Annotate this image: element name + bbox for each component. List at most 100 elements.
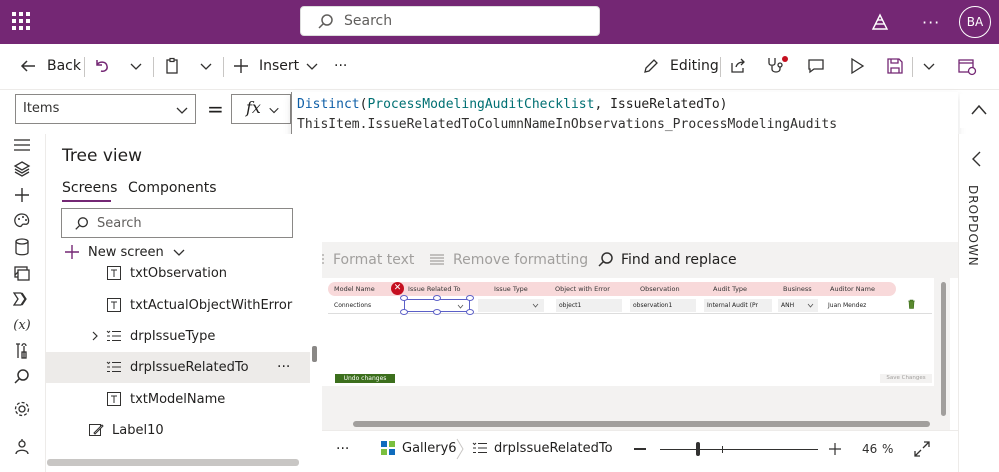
function-button[interactable]: fx: [231, 94, 291, 124]
back-button[interactable]: Back: [18, 44, 81, 88]
find-replace-button[interactable]: Find and replace: [597, 242, 737, 278]
breadcrumb-control[interactable]: drpIssueRelatedTo: [472, 440, 613, 456]
zoom-slider-thumb[interactable]: [696, 442, 700, 456]
zoom-in-icon[interactable]: [829, 443, 841, 455]
resize-handle[interactable]: [466, 295, 474, 301]
insert-plus-icon[interactable]: [11, 184, 33, 206]
paste-button[interactable]: [163, 44, 181, 88]
environment-icon[interactable]: [870, 12, 890, 32]
collapse-formula-button[interactable]: [960, 94, 998, 128]
tab-components[interactable]: Components: [128, 180, 217, 196]
zoom-out-icon[interactable]: [634, 448, 646, 450]
editing-button[interactable]: Editing: [642, 44, 719, 88]
breadcrumb-gallery-label: Gallery6: [402, 440, 457, 456]
insert-button[interactable]: Insert: [233, 44, 319, 88]
resize-handle[interactable]: [400, 295, 408, 301]
chevron-right-icon: [92, 331, 98, 341]
properties-panel-label[interactable]: DROPDOWN: [966, 185, 980, 267]
divider: [84, 57, 85, 77]
tree-scrollbar-thumb[interactable]: [312, 346, 317, 362]
settings-more-button[interactable]: ···: [922, 13, 940, 32]
new-screen-button[interactable]: New screen: [64, 244, 186, 260]
chevron-down-icon: [269, 107, 279, 114]
save-dropdown-button[interactable]: [922, 44, 936, 88]
more-commands-button[interactable]: ···: [334, 44, 347, 88]
header-cell: Object with Error: [555, 285, 610, 293]
tree-node-txtModelName[interactable]: txtModelName: [106, 384, 225, 414]
cell-issue-type-dropdown[interactable]: [478, 299, 544, 312]
zoom-slider-track[interactable]: [660, 449, 818, 450]
tree-node-drpIssueType[interactable]: drpIssueType: [90, 321, 215, 351]
search-icon[interactable]: [11, 366, 33, 388]
variables-icon[interactable]: (x): [11, 314, 33, 336]
global-search-input[interactable]: Search: [300, 6, 600, 36]
pencil-icon: [644, 59, 658, 73]
breadcrumb-separator-icon: [456, 438, 464, 460]
canvas-vertical-scroll-thumb[interactable]: [941, 282, 946, 416]
tree-node-label: txtActualObjectWithError: [130, 297, 293, 313]
advanced-tools-icon[interactable]: [11, 340, 33, 362]
resize-handle[interactable]: [433, 309, 441, 315]
text-input-icon: [107, 266, 121, 280]
node-more-options-button[interactable]: ···: [277, 352, 290, 382]
error-close-icon[interactable]: ✕: [391, 282, 404, 295]
settings-gear-icon[interactable]: [11, 398, 33, 420]
publish-button[interactable]: [957, 44, 977, 88]
tree-node-drpIssueRelatedTo[interactable]: drpIssueRelatedTo: [106, 352, 249, 382]
status-more-button[interactable]: ···: [336, 441, 349, 457]
cell-observation[interactable]: observation1: [630, 299, 696, 312]
label-icon: [89, 424, 104, 436]
canvas-horizontal-scrollbar[interactable]: [353, 421, 930, 427]
chevron-down-icon: [173, 249, 185, 256]
chevron-down-icon: [130, 63, 142, 70]
cell-object-with-error[interactable]: object1: [556, 299, 622, 312]
cell-auditor-name[interactable]: Juan Mendez: [825, 299, 895, 312]
format-text-button[interactable]: Format text: [309, 242, 414, 278]
paste-dropdown-button[interactable]: [199, 44, 213, 88]
tree-node-txtActualObjectWithError[interactable]: txtActualObjectWithError: [106, 290, 292, 320]
formula-editor[interactable]: Distinct(ProcessModelingAuditChecklist, …: [291, 92, 958, 242]
virtual-agent-icon[interactable]: [11, 436, 33, 458]
header-cell: Observation: [640, 285, 680, 293]
undo-button[interactable]: [93, 44, 111, 88]
data-database-icon[interactable]: [11, 236, 33, 258]
tab-screens[interactable]: Screens: [62, 180, 117, 196]
user-avatar[interactable]: BA: [959, 6, 991, 38]
resize-handle[interactable]: [466, 309, 474, 315]
share-button[interactable]: [729, 44, 747, 88]
preview-play-button[interactable]: [848, 44, 866, 88]
menu-icon[interactable]: [11, 134, 33, 156]
cell-business[interactable]: ANH: [778, 299, 818, 312]
fit-to-window-icon[interactable]: [914, 441, 930, 457]
power-automate-icon[interactable]: [11, 288, 33, 310]
tree-node-label: drpIssueType: [130, 328, 216, 344]
property-dropdown[interactable]: Items: [15, 94, 196, 124]
resize-handle[interactable]: [400, 309, 408, 315]
comments-button[interactable]: [807, 44, 825, 88]
tree-view-title: Tree view: [62, 146, 142, 166]
cell-audit-type[interactable]: Internal Audit (Pr: [704, 299, 772, 312]
lines-icon: [430, 254, 444, 265]
save-changes-button[interactable]: Save Changes: [880, 374, 932, 383]
tree-view-layers-icon[interactable]: [11, 158, 33, 180]
undo-changes-button[interactable]: Undo changes: [335, 374, 395, 383]
active-tab-indicator: [62, 200, 111, 202]
app-checker-button[interactable]: [766, 44, 788, 88]
remove-formatting-button[interactable]: Remove formatting: [429, 242, 588, 278]
themes-palette-icon[interactable]: [11, 210, 33, 232]
stethoscope-icon: [768, 56, 788, 73]
breadcrumb-gallery[interactable]: Gallery6: [380, 440, 457, 456]
search-placeholder: Search: [344, 13, 393, 29]
trash-icon[interactable]: [907, 299, 916, 309]
cell-model-name[interactable]: Connections: [331, 299, 399, 312]
zoom-value: 46: [862, 442, 878, 456]
save-button[interactable]: [886, 44, 904, 88]
resize-handle[interactable]: [433, 295, 441, 301]
app-launcher-icon[interactable]: [8, 8, 34, 34]
tree-search-input[interactable]: Search: [61, 208, 293, 238]
tree-horizontal-scrollbar[interactable]: [47, 459, 299, 466]
media-icon[interactable]: [11, 262, 33, 284]
undo-dropdown-button[interactable]: [129, 44, 143, 88]
tree-node-Label10[interactable]: Label10: [88, 415, 164, 445]
divider: [153, 57, 154, 77]
